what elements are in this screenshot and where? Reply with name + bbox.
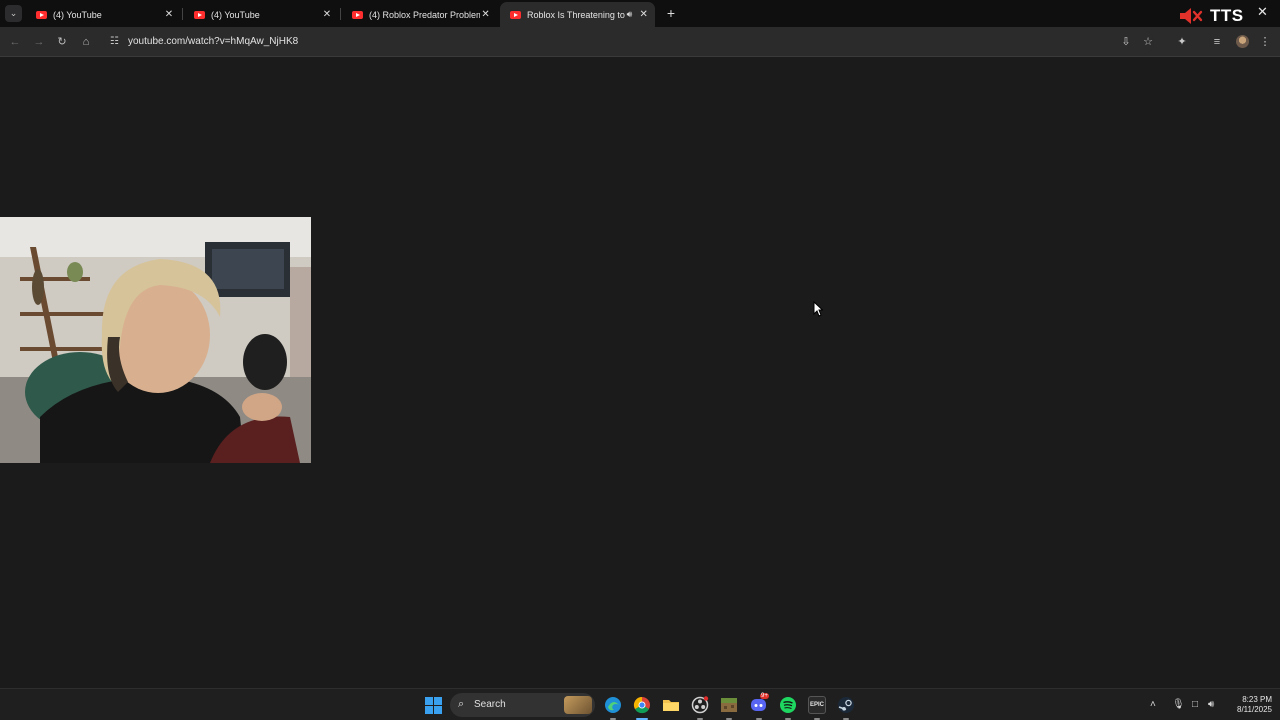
- tab-close-icon[interactable]: ✕: [321, 9, 333, 20]
- volume-icon[interactable]: 🔊︎: [1208, 699, 1214, 710]
- tab-strip: ⌄ (4) YouTube ✕ (4) YouTube ✕ (4) Roblox…: [0, 0, 1280, 27]
- webcam-overlay: [0, 217, 311, 463]
- browser-toolbar: ← → ↻ ⌂ ☷ youtube.com/watch?v=hMqAw_NjHK…: [0, 27, 1280, 57]
- tab-title: (4) YouTube: [211, 9, 260, 20]
- epic-games-icon[interactable]: EPIC: [808, 696, 826, 714]
- window-close-icon[interactable]: ✕: [1257, 4, 1268, 20]
- back-arrow-icon[interactable]: ←: [8, 35, 22, 49]
- edge-icon[interactable]: [604, 696, 622, 714]
- forward-arrow-icon[interactable]: →: [32, 35, 46, 49]
- reload-icon[interactable]: ↻: [55, 35, 69, 49]
- tts-overlay-logo: TTS: [1178, 6, 1244, 26]
- youtube-favicon-icon: [352, 10, 363, 19]
- tab-roblox-predator[interactable]: (4) Roblox Predator Problem is ✕: [342, 2, 497, 27]
- muted-speaker-icon: [1180, 8, 1203, 24]
- tray-overflow-chevron-icon[interactable]: ˄: [1150, 699, 1156, 710]
- system-clock[interactable]: 8:23 PM 8/11/2025: [1222, 695, 1272, 715]
- clock-time: 8:23 PM: [1242, 695, 1272, 704]
- search-highlight-icon: [564, 696, 592, 714]
- minecraft-icon[interactable]: [720, 696, 738, 714]
- menu-dots-icon[interactable]: ⋮: [1258, 35, 1272, 49]
- site-info-icon[interactable]: ☷: [110, 36, 122, 48]
- youtube-favicon-icon: [510, 10, 521, 19]
- tab-title: (4) YouTube: [53, 9, 102, 20]
- mouse-cursor-icon: [813, 301, 823, 317]
- youtube-favicon-icon: [194, 10, 205, 19]
- youtube-favicon-icon: [36, 10, 47, 19]
- tab-youtube-2[interactable]: (4) YouTube ✕: [184, 2, 339, 27]
- tab-audio-icon[interactable]: 🔊︎: [627, 9, 633, 20]
- tab-close-icon[interactable]: ✕: [480, 9, 491, 20]
- spotify-icon[interactable]: [779, 696, 797, 714]
- tab-separator: [182, 8, 183, 20]
- home-icon[interactable]: ⌂: [79, 35, 93, 49]
- windows-start-icon[interactable]: [425, 697, 442, 714]
- tab-title: Roblox Is Threatening to Su: [527, 9, 627, 20]
- taskbar-search-label: Search: [474, 699, 506, 710]
- url-text[interactable]: youtube.com/watch?v=hMqAw_NjHK8: [128, 36, 298, 47]
- steam-icon[interactable]: [837, 696, 855, 714]
- address-bar[interactable]: ☷ youtube.com/watch?v=hMqAw_NjHK8: [104, 30, 1154, 54]
- file-explorer-icon[interactable]: [662, 696, 680, 714]
- taskbar-search[interactable]: ⌕ Search: [450, 693, 595, 717]
- tab-close-icon[interactable]: ✕: [163, 9, 175, 20]
- clock-date: 8/11/2025: [1237, 705, 1272, 714]
- profile-avatar[interactable]: [1236, 35, 1249, 48]
- network-icon[interactable]: □: [1192, 699, 1198, 710]
- new-tab-button[interactable]: +: [664, 5, 678, 21]
- tab-youtube-1[interactable]: (4) YouTube ✕: [26, 2, 181, 27]
- tab-search-chevron-icon[interactable]: ⌄: [5, 5, 22, 22]
- tab-title: (4) Roblox Predator Problem is: [369, 9, 481, 20]
- discord-icon[interactable]: 9+: [750, 693, 769, 714]
- tab-separator: [340, 8, 341, 20]
- search-icon: ⌕: [458, 698, 465, 710]
- screen: ⌄ (4) YouTube ✕ (4) YouTube ✕ (4) Roblox…: [0, 0, 1280, 720]
- extensions-puzzle-icon[interactable]: ✦: [1175, 35, 1189, 49]
- bookmark-star-icon[interactable]: ☆: [1141, 35, 1155, 49]
- windows-taskbar: ⌕ Search 9+ EPIC ˄ 🎙︎ □ 🔊︎ 8:23 PM 8/11/…: [0, 688, 1280, 720]
- microphone-icon[interactable]: 🎙︎: [1172, 699, 1185, 710]
- media-controls-icon[interactable]: ≡: [1210, 35, 1224, 49]
- tab-close-icon[interactable]: ✕: [638, 9, 649, 20]
- tts-logo-text: TTS: [1210, 6, 1244, 25]
- webcam-image: [0, 217, 311, 463]
- obs-icon[interactable]: [691, 696, 709, 714]
- chrome-icon[interactable]: [633, 696, 651, 714]
- tab-roblox-threatening[interactable]: Roblox Is Threatening to Su 🔊︎ ✕: [500, 2, 655, 27]
- install-app-icon[interactable]: ⇩: [1119, 35, 1133, 49]
- discord-badge: 9+: [760, 693, 769, 699]
